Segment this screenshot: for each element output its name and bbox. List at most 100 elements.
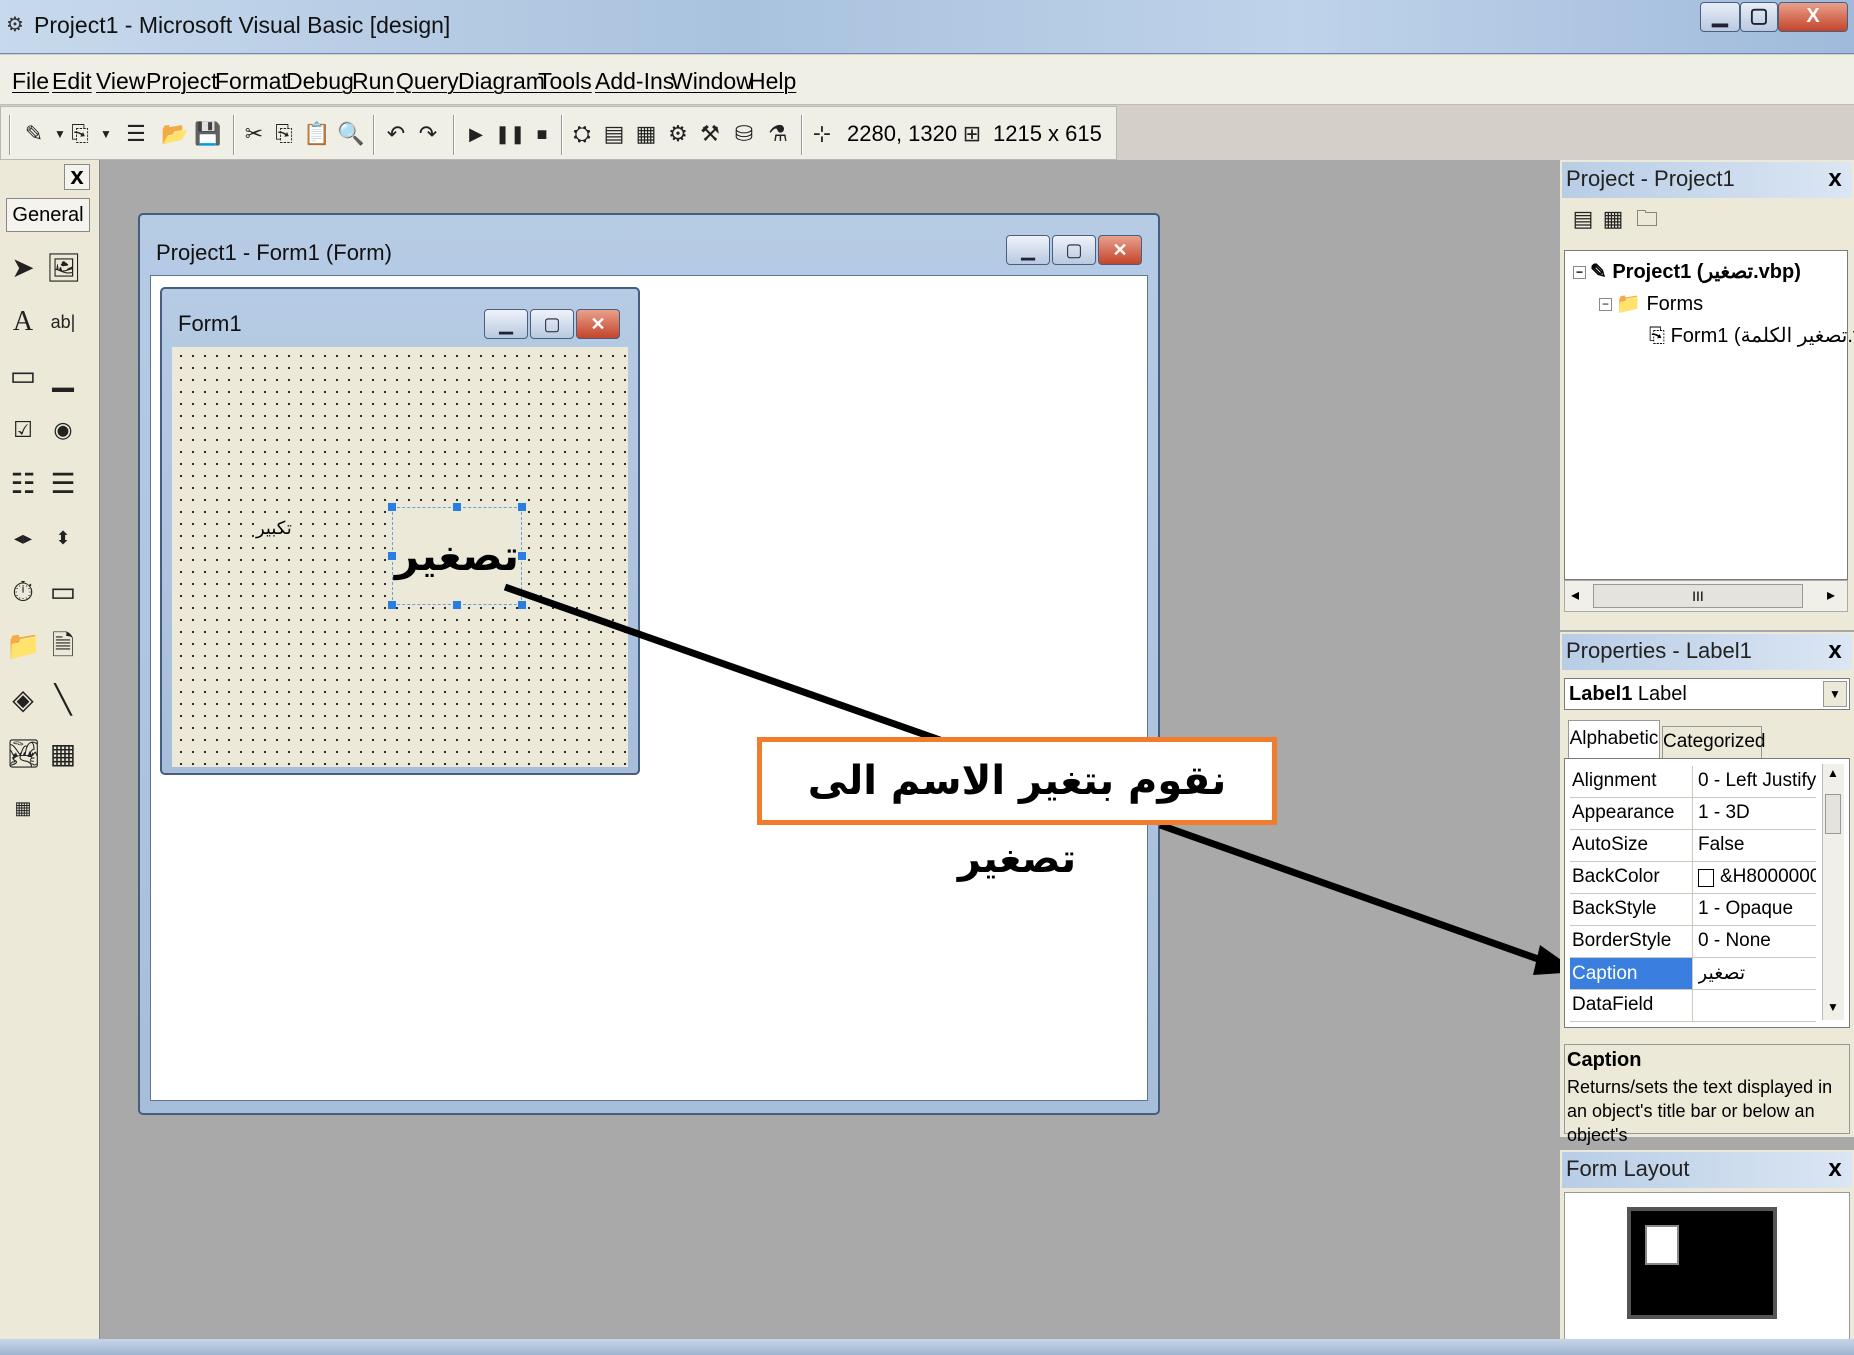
commandbutton-icon[interactable]: ▁ (46, 356, 80, 396)
toggle-folders-icon[interactable]: 🗀 (1634, 206, 1660, 232)
textbox-icon[interactable]: ab| (46, 302, 80, 342)
drivelistbox-icon[interactable]: ▭ (46, 572, 80, 612)
close-button[interactable]: X (1778, 2, 1848, 32)
label-enlarge[interactable]: تكبير (254, 518, 294, 539)
data-control-icon[interactable]: ▦ (46, 734, 80, 774)
prop-row-appearance[interactable]: Appearance 1 - 3D (1570, 798, 1816, 830)
undo-icon[interactable]: ↶ (383, 121, 409, 147)
layout-close-button[interactable]: x (1822, 1157, 1848, 1183)
designer-minimize-button[interactable]: ▁ (1006, 235, 1050, 265)
timer-icon[interactable]: ⏱ (6, 572, 40, 612)
prop-row-borderstyle[interactable]: BorderStyle 0 - None (1570, 926, 1816, 958)
resize-handle[interactable] (453, 601, 461, 609)
filelistbox-icon[interactable]: 🗎 (46, 626, 80, 666)
hscrollbar-icon[interactable]: ◂▸ (6, 518, 40, 558)
frame-icon[interactable]: ▭ (6, 356, 40, 396)
vscrollbar-icon[interactable]: ⬍ (46, 518, 80, 558)
scroll-right-icon[interactable]: ▸ (1827, 585, 1835, 605)
ole-icon[interactable]: ▦ (6, 788, 40, 828)
tree-forms-folder[interactable]: − 📁 Forms (1599, 291, 1703, 316)
optionbutton-icon[interactable]: ◉ (46, 410, 80, 450)
resize-handle[interactable] (518, 601, 526, 609)
scroll-left-icon[interactable]: ◂ (1571, 585, 1579, 605)
resize-handle[interactable] (388, 601, 396, 609)
find-icon[interactable]: 🔍 (337, 121, 364, 147)
resize-handle[interactable] (388, 503, 396, 511)
image-icon[interactable]: 🏞 (6, 734, 42, 774)
view-code-icon[interactable]: ▤ (1570, 206, 1596, 232)
form-layout-icon[interactable]: ▦ (633, 121, 659, 147)
scroll-down-icon[interactable]: ▼ (1827, 1000, 1839, 1014)
toolbox-general-tab[interactable]: General (6, 198, 90, 232)
properties-close-button[interactable]: x (1822, 639, 1848, 665)
checkbox-icon[interactable]: ☑ (6, 410, 40, 450)
line-icon[interactable]: ╲ (46, 680, 80, 720)
project-close-button[interactable]: x (1822, 167, 1848, 193)
menu-project[interactable]: Project (146, 68, 218, 95)
menu-diagram[interactable]: Diagram (458, 68, 545, 95)
menu-window[interactable]: Window (671, 68, 753, 95)
maximize-button[interactable]: ▢ (1740, 2, 1778, 32)
vb-app-icon[interactable]: ⚙ (6, 14, 28, 36)
save-project-icon[interactable]: 💾 (194, 121, 221, 147)
property-scrollbar[interactable]: ▲ ▼ (1822, 764, 1844, 1020)
label-tool-icon[interactable]: A (6, 302, 40, 342)
label1-selected[interactable]: تصغير (392, 507, 522, 605)
combobox-icon[interactable]: ☷ (6, 464, 40, 504)
object-combo[interactable]: Label1 Label ▼ (1564, 678, 1850, 710)
tree-project-root[interactable]: − ✎ Project1 (تصغير.vbp) (1573, 259, 1801, 284)
prop-row-datafield[interactable]: DataField (1570, 990, 1816, 1022)
picturebox-icon[interactable]: 🖼 (46, 248, 82, 288)
menu-query[interactable]: Query (396, 68, 459, 95)
dirlistbox-icon[interactable]: 📁 (6, 626, 41, 666)
prop-row-autosize[interactable]: AutoSize False (1570, 830, 1816, 862)
menu-run[interactable]: Run (352, 68, 394, 95)
prop-row-backcolor[interactable]: BackColor&H8000000F (1570, 862, 1816, 894)
prop-row-alignment[interactable]: Alignment 0 - Left Justify (1570, 766, 1816, 798)
menu-help[interactable]: Help (749, 68, 796, 95)
designer-maximize-button[interactable]: ▢ (1052, 235, 1096, 265)
resize-handle[interactable] (388, 552, 396, 560)
property-scroll-thumb[interactable] (1825, 794, 1841, 834)
scroll-thumb[interactable]: III (1593, 584, 1803, 608)
toolbox-close-button[interactable]: x (64, 164, 90, 190)
redo-icon[interactable]: ↷ (415, 121, 441, 147)
menu-format[interactable]: Format (215, 68, 288, 95)
form1-minimize-button[interactable]: ▁ (484, 309, 528, 339)
end-icon[interactable]: ■ (529, 121, 555, 147)
form1-maximize-button[interactable]: ▢ (530, 309, 574, 339)
copy-icon[interactable]: ⎘ (271, 121, 297, 147)
project-hscrollbar[interactable]: ◂ III ▸ (1564, 580, 1848, 612)
start-icon[interactable]: ▶ (463, 121, 489, 147)
menu-editor-icon[interactable]: ☰ (123, 121, 149, 147)
designer-close-button[interactable]: ✕ (1098, 235, 1142, 265)
menu-edit[interactable]: Edit (52, 68, 92, 95)
menu-debug[interactable]: Debug (286, 68, 354, 95)
scroll-up-icon[interactable]: ▲ (1827, 766, 1839, 780)
data-view-icon[interactable]: ⛁ (731, 121, 757, 147)
shape-icon[interactable]: ◈ (6, 680, 40, 720)
properties-window-icon[interactable]: ▤ (601, 121, 627, 147)
listbox-icon[interactable]: ☰ (46, 464, 80, 504)
resize-handle[interactable] (518, 552, 526, 560)
open-project-icon[interactable]: 📂 (161, 121, 188, 147)
add-project-icon[interactable]: ✎ (21, 121, 47, 147)
minimize-button[interactable]: ▁ (1700, 2, 1740, 32)
form1-window[interactable]: Form1 ▁ ▢ ✕ تكبير تصغير (160, 287, 640, 775)
prop-row-backstyle[interactable]: BackStyle 1 - Opaque (1570, 894, 1816, 926)
menu-add-ins[interactable]: Add-Ins (595, 68, 674, 95)
pointer-icon[interactable]: ➤ (6, 248, 40, 288)
paste-icon[interactable]: 📋 (303, 121, 330, 147)
resize-handle[interactable] (453, 503, 461, 511)
menu-view[interactable]: View (96, 68, 145, 95)
form1-close-button[interactable]: ✕ (576, 309, 620, 339)
form-position-preview[interactable] (1645, 1225, 1679, 1265)
add-form-icon[interactable]: ⎘ (67, 121, 93, 147)
combo-dropdown-icon[interactable]: ▼ (1823, 681, 1847, 707)
cut-icon[interactable]: ✂ (241, 121, 267, 147)
resize-handle[interactable] (518, 503, 526, 511)
menu-file[interactable]: File (12, 68, 49, 95)
component-manager-icon[interactable]: ⚗ (765, 121, 791, 147)
tab-categorized[interactable]: Categorized (1662, 726, 1765, 758)
prop-row-caption[interactable]: Caption تصغير (1570, 958, 1816, 990)
